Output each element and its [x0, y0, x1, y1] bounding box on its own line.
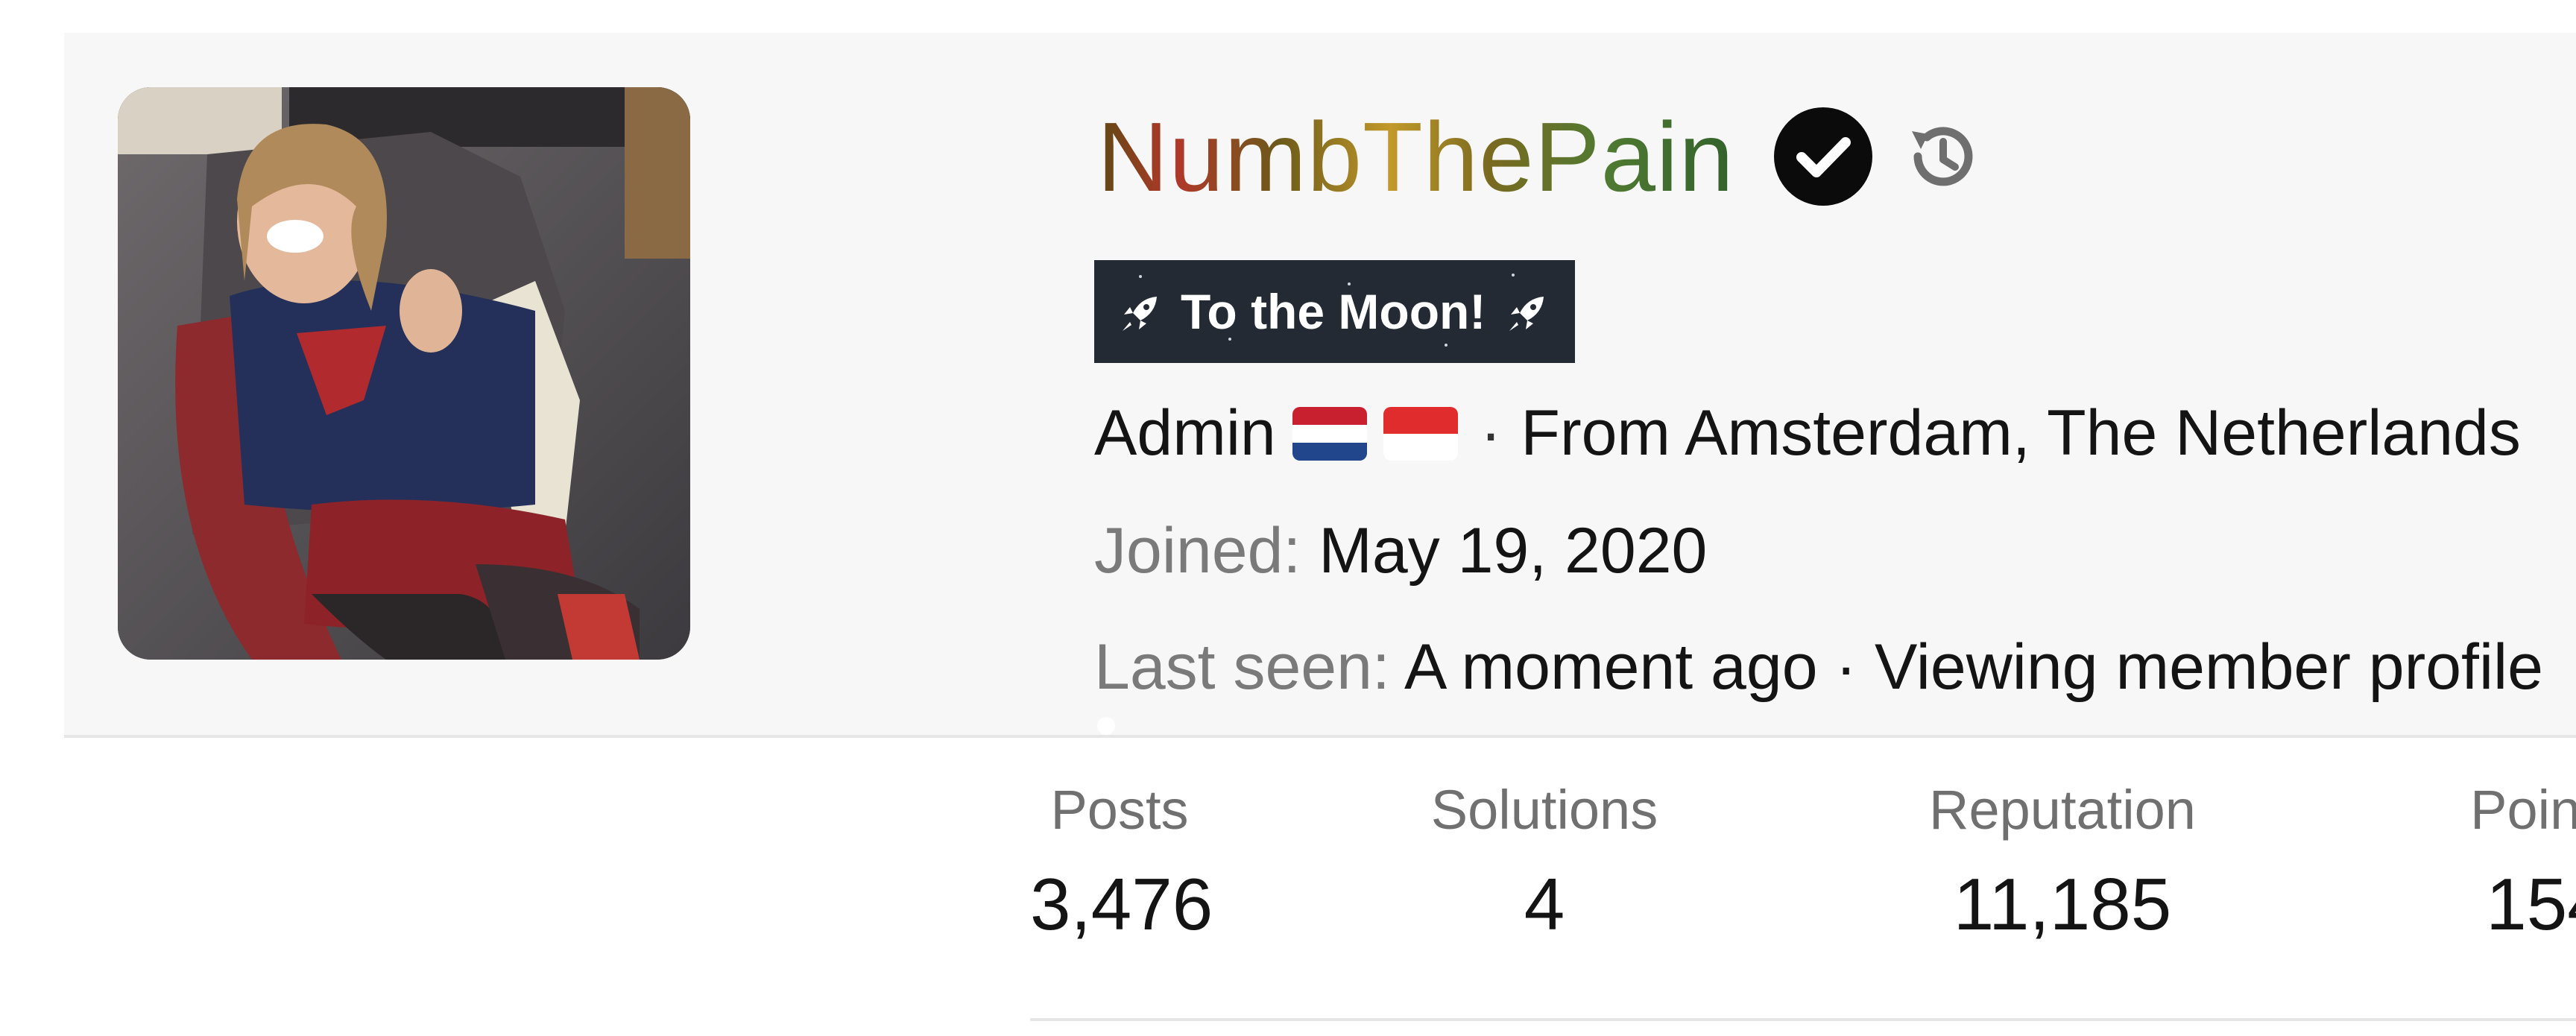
netherlands-flag-icon [1292, 406, 1367, 461]
joined-date: May 19, 2020 [1319, 515, 1708, 587]
verified-check-icon [1773, 107, 1873, 206]
stat-label: Solutions [1430, 779, 1658, 841]
stats-divider [1030, 1018, 2576, 1021]
user-badge: To the Moon! [1094, 260, 1576, 363]
stat-solutions[interactable]: Solutions 4 [1418, 783, 1671, 941]
stat-label: Reputation [1929, 779, 2196, 841]
user-role: Admin [1094, 397, 1276, 469]
role-location-row: Admin · From Amsterdam, The Netherlands [1094, 397, 2521, 470]
user-location: From Amsterdam, The Netherlands [1521, 397, 2521, 469]
stat-points[interactable]: Points 154 [2450, 783, 2576, 941]
stat-posts[interactable]: Posts 3,476 [1030, 779, 1213, 945]
separator: · [1480, 397, 1502, 469]
stat-value: 154 [2486, 863, 2576, 945]
rocket-icon [1505, 290, 1548, 333]
stat-value: 11,185 [1953, 863, 2172, 945]
rocket-icon [1118, 290, 1161, 333]
last-seen-row: Last seen: A moment ago · Viewing member… [1094, 631, 2543, 704]
stat-value: 4 [1524, 863, 1565, 945]
status-dot [1097, 717, 1115, 735]
joined-label: Joined: [1094, 515, 1301, 587]
profile-header: NumbThePain To the Moon! Admin · From Am… [64, 33, 2576, 738]
profile-stats: Posts 3,476 Solutions 4 Reputation 11,18… [1030, 783, 2576, 961]
profile-info: NumbThePain To the Moon! Admin · From Am… [1030, 33, 2576, 735]
badge-label: To the Moon! [1181, 284, 1486, 339]
stat-label: Posts [1050, 779, 1189, 841]
stat-reputation[interactable]: Reputation 11,185 [1906, 783, 2219, 941]
last-seen-label: Last seen: [1094, 631, 1390, 703]
avatar[interactable] [118, 87, 690, 660]
username-row: NumbThePain [1094, 82, 1980, 231]
indonesia-flag-icon [1383, 406, 1458, 461]
joined-row: Joined: May 19, 2020 [1094, 514, 1707, 588]
stat-value: 3,476 [1030, 863, 1213, 945]
avatar-photo [118, 87, 690, 660]
stat-label: Points [2470, 779, 2576, 841]
last-seen-value: A moment ago · Viewing member profile [1404, 631, 2543, 703]
history-icon[interactable] [1903, 118, 1980, 195]
username[interactable]: NumbThePain [1094, 93, 1752, 221]
